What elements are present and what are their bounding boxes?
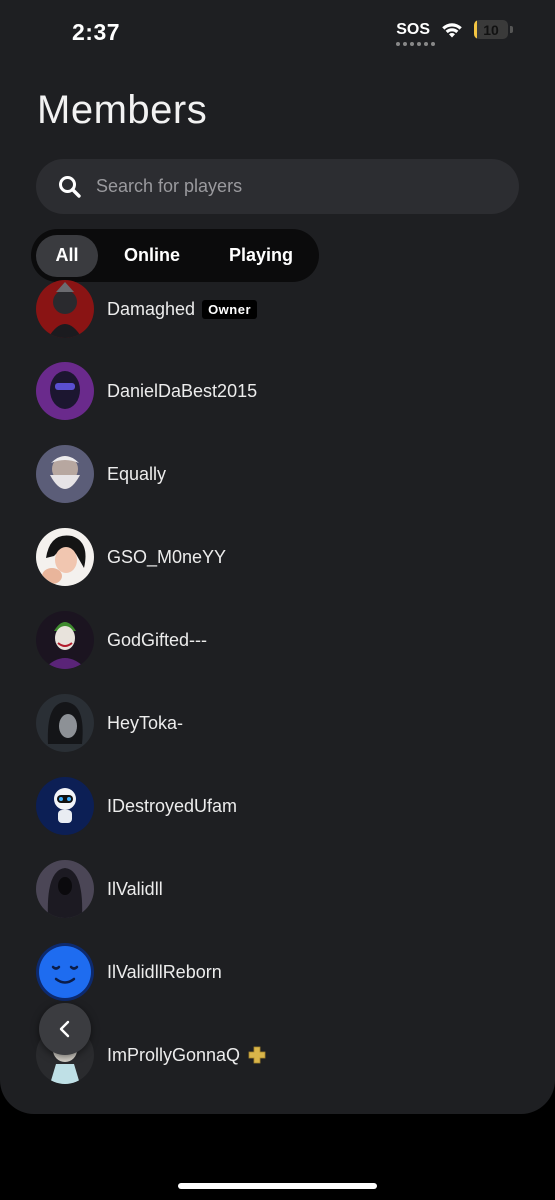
tab-online[interactable]: Online [98,235,206,277]
joker-avatar [36,611,94,669]
member-name: Damaghed [107,298,196,319]
search-input[interactable] [96,176,519,197]
page-title: Members [37,88,208,132]
member-name: Equally [107,463,167,484]
list-item[interactable]: GodGifted--- [36,611,207,669]
back-button[interactable] [39,1003,91,1055]
hooded-reaper-avatar [36,860,94,918]
member-name: ImProllyGonnaQ [107,1044,241,1065]
list-item[interactable]: IlValidllReborn [36,943,222,1001]
list-item[interactable]: GSO_M0neYY [36,528,226,586]
bearded-elder-avatar [36,445,94,503]
member-name: GSO_M0neYY [107,546,227,567]
list-item[interactable]: Equally [36,445,166,503]
members-screen: 2:37 SOS 10 Members All Online Playing [0,0,555,1114]
battery-level: 10 [483,21,499,38]
dark-masked-figure-avatar [36,280,94,338]
list-item[interactable]: DanielDaBest2015 [36,362,257,420]
wifi-icon [442,22,462,37]
search-bar[interactable] [36,159,519,214]
member-name: IDestroyedUfam [107,795,238,816]
ps-plus-icon [248,1046,266,1064]
sos-dots [396,41,436,46]
sos-indicator: SOS [396,20,436,46]
battery-fill [474,20,478,39]
status-icons: SOS 10 [396,20,513,46]
tab-playing[interactable]: Playing [206,235,316,277]
filter-tabs: All Online Playing [31,229,319,282]
list-item[interactable]: IlValidll [36,860,163,918]
member-name: DanielDaBest2015 [107,380,258,401]
member-name: GodGifted--- [107,629,208,650]
member-name: IlValidllReborn [107,961,222,982]
blue-smiley-avatar [36,943,94,1001]
purple-helmet-avatar [36,362,94,420]
member-name: HeyToka- [107,712,184,733]
owner-badge: Owner [202,299,258,319]
dark-hair-figure-avatar [36,694,94,752]
robot-avatar [36,777,94,835]
battery-icon: 10 [474,20,508,39]
tab-all[interactable]: All [36,234,98,277]
status-time: 2:37 [72,19,121,45]
list-item[interactable]: Damaghed Owner [36,280,258,338]
anime-girl-avatar [36,528,94,586]
list-item[interactable]: HeyToka- [36,694,183,752]
chevron-left-icon [59,1020,70,1038]
search-icon [59,175,81,198]
battery-nub [510,26,513,33]
member-name: IlValidll [107,878,163,899]
home-indicator[interactable] [178,1183,377,1189]
sos-label: SOS [396,20,430,38]
list-item[interactable]: IDestroyedUfam [36,777,237,835]
